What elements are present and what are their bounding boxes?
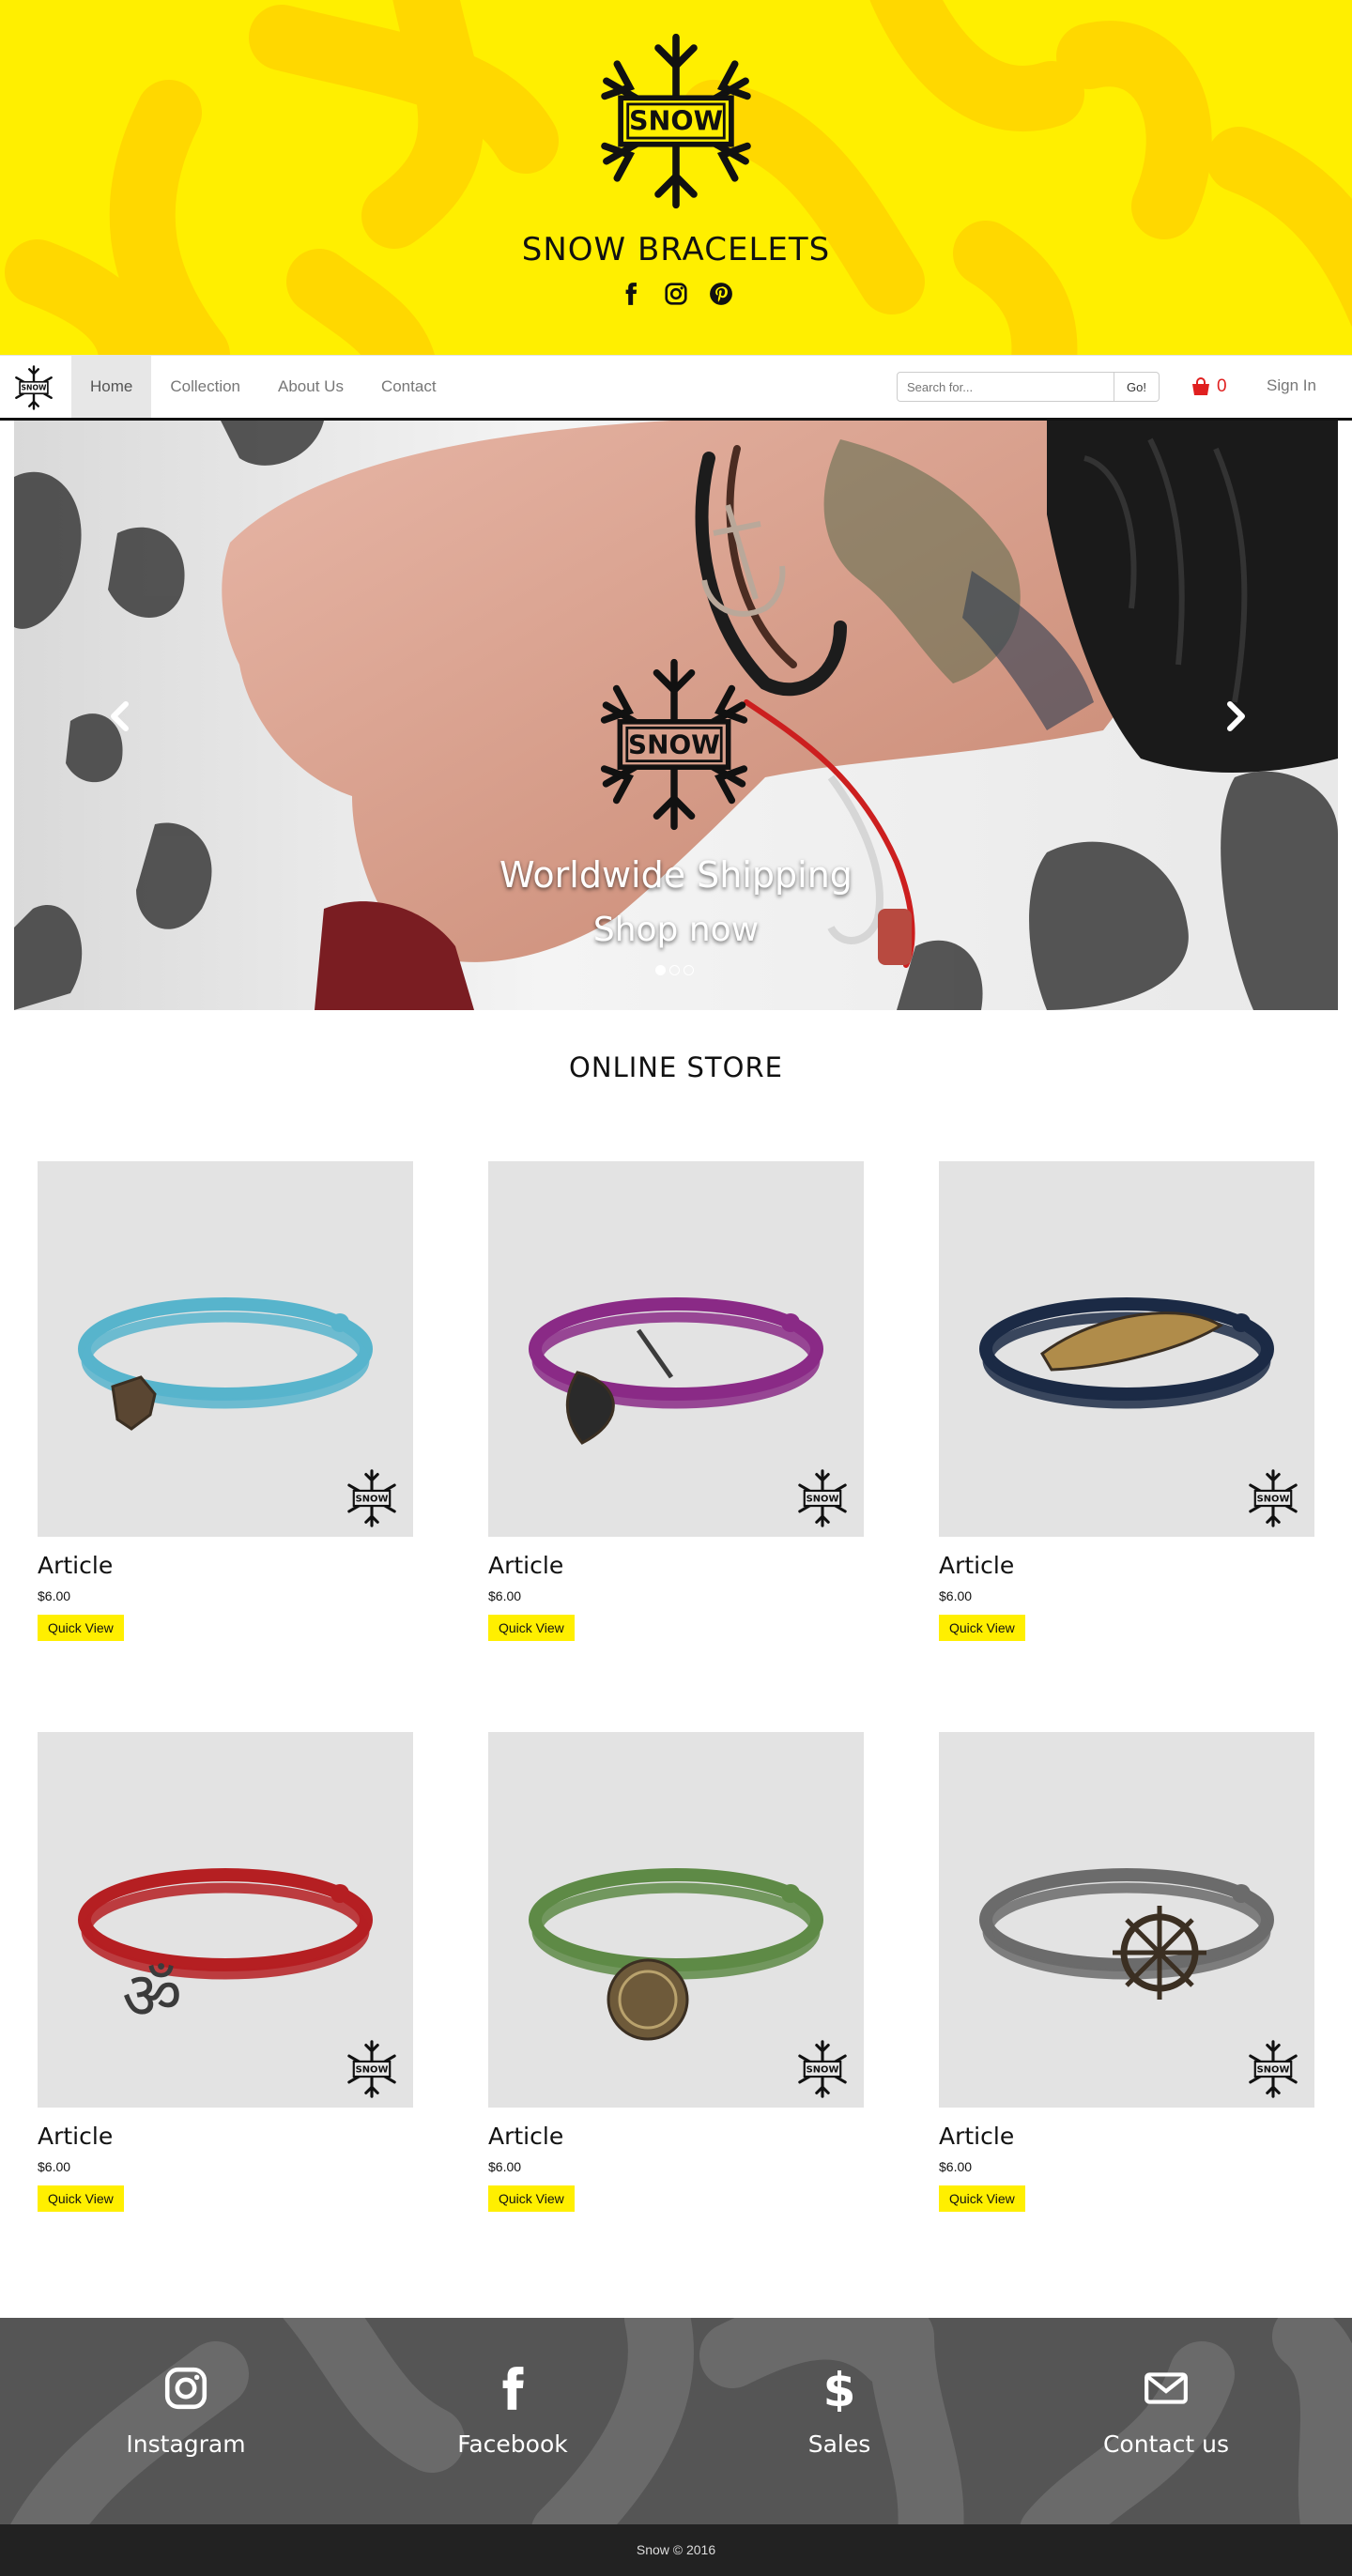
- snow-watermark-icon: SNOW: [798, 1469, 847, 1527]
- quick-view-button[interactable]: Quick View: [38, 1615, 124, 1641]
- logo-text: SNOW: [629, 106, 723, 137]
- product-name[interactable]: Article: [939, 1552, 1314, 1579]
- search-input[interactable]: [897, 372, 1114, 402]
- footer-sales-label: Sales: [807, 2430, 871, 2458]
- carousel-indicators: [655, 965, 694, 975]
- footer-contact-link[interactable]: Contact us: [1025, 2365, 1307, 2458]
- carousel-shop-now-link[interactable]: Shop now: [14, 911, 1338, 949]
- carousel-indicator-1[interactable]: [655, 965, 666, 975]
- snow-watermark-icon: SNOW: [798, 2040, 847, 2098]
- footer-sales-link[interactable]: $ Sales: [699, 2365, 980, 2458]
- product-price: $6.00: [38, 2159, 71, 2174]
- product-image[interactable]: ॐ SNOW: [38, 1732, 413, 2108]
- svg-text:SNOW: SNOW: [356, 1494, 389, 1504]
- product-name[interactable]: Article: [939, 2123, 1314, 2150]
- product-card: SNOW Article $6.00 Quick View: [488, 1161, 864, 1641]
- product-card: ॐ SNOW Article $6.00 Quick View: [38, 1732, 413, 2212]
- snow-logo[interactable]: SNOW: [587, 32, 765, 210]
- carousel-logo: SNOW: [600, 658, 748, 831]
- product-name[interactable]: Article: [488, 2123, 864, 2150]
- footer-instagram-label: Instagram: [126, 2430, 246, 2458]
- product-price: $6.00: [488, 1588, 522, 1603]
- copyright: Snow © 2016: [0, 2524, 1352, 2576]
- nav-item-collection[interactable]: Collection: [151, 356, 259, 418]
- carousel-logo-text: SNOW: [628, 728, 720, 759]
- search-form: Go!: [897, 372, 1160, 402]
- product-price: $6.00: [939, 1588, 973, 1603]
- product-name[interactable]: Article: [488, 1552, 864, 1579]
- footer-contact-label: Contact us: [1102, 2430, 1230, 2458]
- pinterest-icon[interactable]: [709, 282, 733, 306]
- footer: Instagram Facebook $ Sales Contact us: [0, 2318, 1352, 2524]
- nav-item-home[interactable]: Home: [71, 356, 152, 418]
- carousel-indicator-3[interactable]: [684, 965, 694, 975]
- chevron-right-icon[interactable]: [1221, 700, 1250, 732]
- footer-facebook-link[interactable]: Facebook: [372, 2365, 653, 2458]
- hero-carousel: SNOW Worldwide Shipping Shop now: [14, 421, 1338, 1010]
- header-social-links: [0, 282, 1352, 306]
- product-image[interactable]: SNOW: [939, 1732, 1314, 2108]
- brand-title: SNOW BRACELETS: [521, 231, 831, 268]
- carousel-caption-title: Worldwide Shipping: [499, 854, 853, 896]
- hero-header: SNOW SNOW BRACELETS: [0, 0, 1352, 355]
- product-image[interactable]: SNOW: [939, 1161, 1314, 1537]
- snow-watermark-icon: SNOW: [347, 2040, 396, 2098]
- quick-view-button[interactable]: Quick View: [38, 2185, 124, 2212]
- product-image[interactable]: SNOW: [38, 1161, 413, 1537]
- nav-item-contact[interactable]: Contact: [362, 356, 455, 418]
- footer-facebook-label: Facebook: [457, 2430, 568, 2458]
- snow-watermark-icon: SNOW: [1249, 2040, 1298, 2098]
- facebook-icon[interactable]: [619, 282, 643, 306]
- cart-count: 0: [1217, 376, 1227, 396]
- shopping-bag-icon: [1192, 377, 1209, 395]
- carousel-indicator-2[interactable]: [669, 965, 680, 975]
- quick-view-button[interactable]: Quick View: [939, 2185, 1025, 2212]
- product-price: $6.00: [939, 2159, 973, 2174]
- envelope-icon: [1145, 2372, 1188, 2404]
- chevron-left-icon[interactable]: [106, 700, 134, 732]
- svg-text:SNOW: SNOW: [1257, 1494, 1290, 1504]
- snow-watermark-icon: SNOW: [1249, 1469, 1298, 1527]
- svg-text:SNOW: SNOW: [807, 2064, 839, 2075]
- product-price: $6.00: [488, 2159, 522, 2174]
- svg-text:ॐ: ॐ: [122, 1957, 182, 2034]
- svg-text:SNOW: SNOW: [1257, 2064, 1290, 2075]
- quick-view-button[interactable]: Quick View: [939, 1615, 1025, 1641]
- cart-button[interactable]: 0: [1191, 376, 1227, 397]
- product-card: SNOW Article $6.00 Quick View: [488, 1732, 864, 2212]
- instagram-icon[interactable]: [664, 282, 688, 306]
- product-image[interactable]: SNOW: [488, 1732, 864, 2108]
- navbar-logo-text: SNOW: [22, 384, 47, 392]
- sign-in-link[interactable]: Sign In: [1267, 376, 1316, 395]
- instagram-icon: [164, 2367, 207, 2410]
- quick-view-button[interactable]: Quick View: [488, 2185, 575, 2212]
- product-card: SNOW Article $6.00 Quick View: [939, 1161, 1314, 1641]
- nav-menu: Home Collection About Us Contact: [71, 356, 455, 418]
- svg-text:$: $: [823, 2365, 856, 2412]
- quick-view-button[interactable]: Quick View: [488, 1615, 575, 1641]
- product-image[interactable]: SNOW: [488, 1161, 864, 1537]
- svg-text:SNOW: SNOW: [807, 1494, 839, 1504]
- product-name[interactable]: Article: [38, 2123, 413, 2150]
- store-title: ONLINE STORE: [569, 1051, 783, 1083]
- svg-text:SNOW: SNOW: [356, 2064, 389, 2075]
- product-name[interactable]: Article: [38, 1552, 413, 1579]
- product-card: SNOW Article $6.00 Quick View: [939, 1732, 1314, 2212]
- facebook-icon: [502, 2367, 524, 2410]
- product-price: $6.00: [38, 1588, 71, 1603]
- navbar-logo[interactable]: SNOW: [9, 365, 58, 410]
- footer-instagram-link[interactable]: Instagram: [45, 2365, 327, 2458]
- product-card: SNOW Article $6.00 Quick View: [38, 1161, 413, 1641]
- nav-item-about-us[interactable]: About Us: [259, 356, 362, 418]
- navbar: SNOW Home Collection About Us Contact Go…: [0, 355, 1352, 421]
- dollar-icon: $: [823, 2365, 856, 2412]
- search-button[interactable]: Go!: [1114, 372, 1160, 402]
- snow-watermark-icon: SNOW: [347, 1469, 396, 1527]
